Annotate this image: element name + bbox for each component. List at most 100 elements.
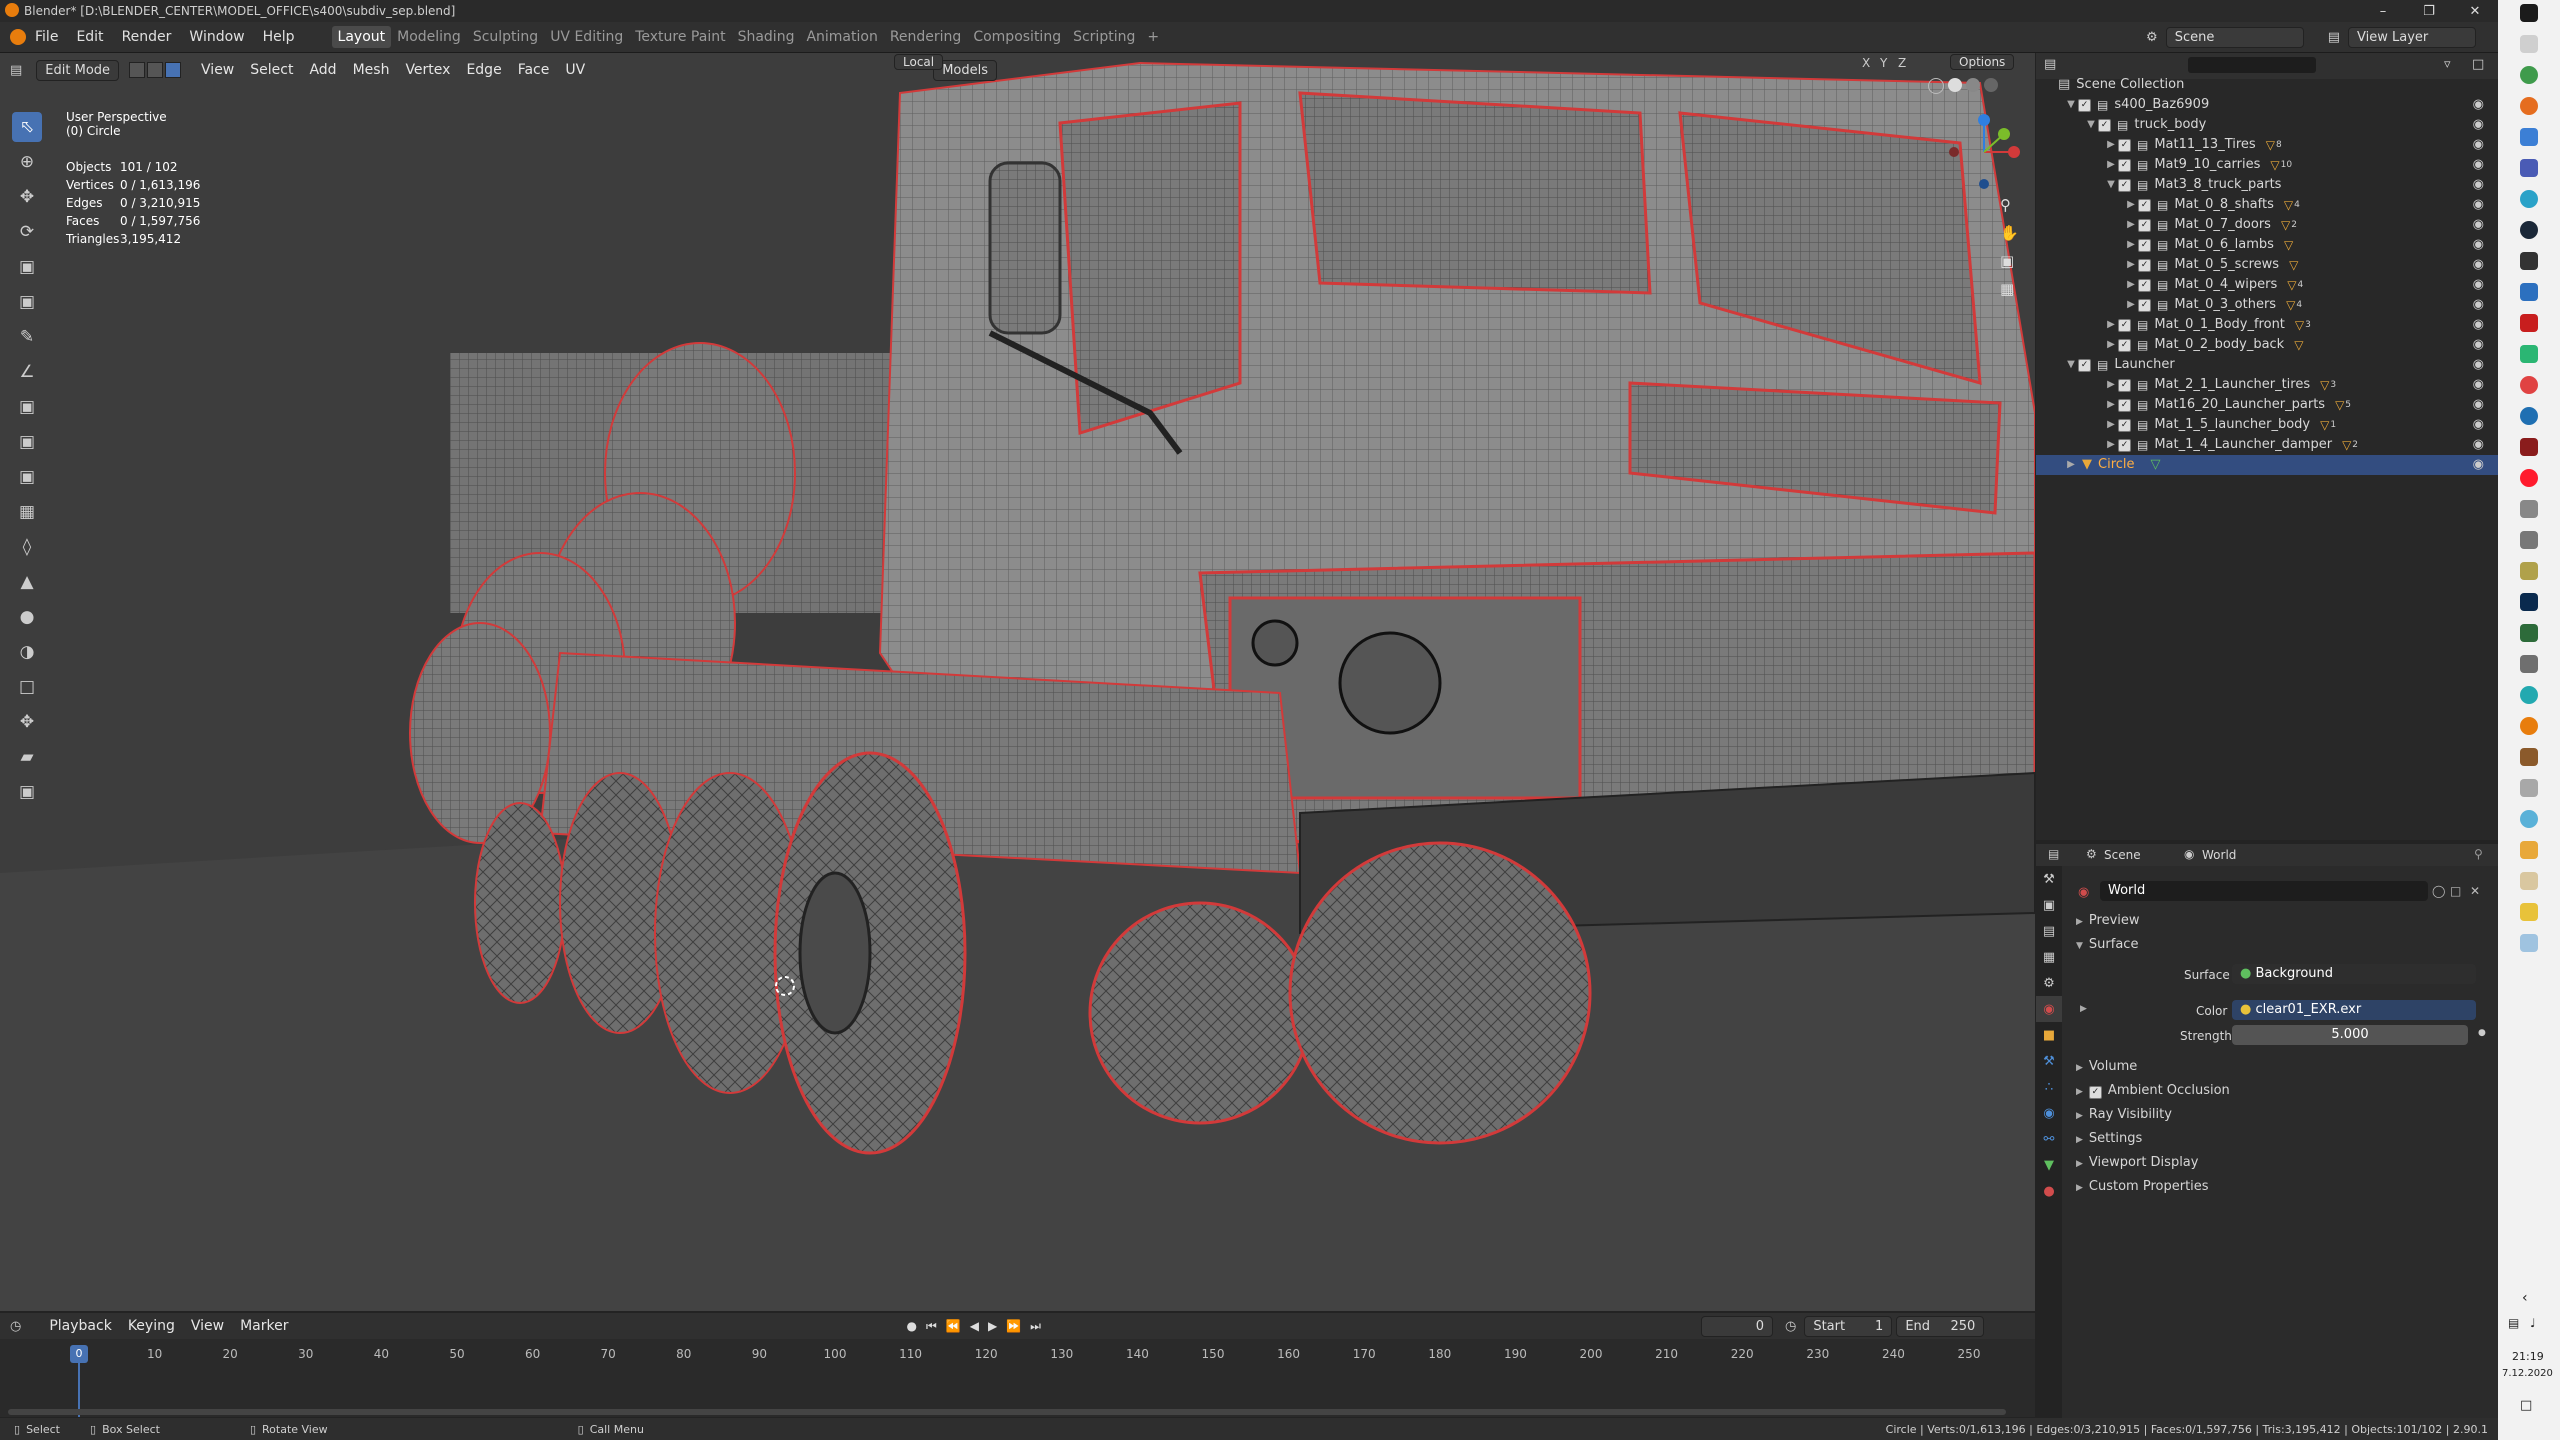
panel-preview[interactable]: ▶ Preview (2076, 913, 2140, 928)
visibility-eye-icon[interactable]: ◉ (2473, 155, 2484, 175)
collapse-arrow-icon[interactable]: ▶ (2104, 415, 2118, 435)
exclude-checkbox[interactable]: ✓ (2118, 418, 2131, 432)
select-mode-edge-icon[interactable] (147, 62, 164, 78)
edge-slide-tool-icon[interactable]: □ (12, 672, 42, 702)
grid-icon[interactable]: ▦ (2000, 280, 2019, 298)
outliner-row[interactable]: ▶ ✓ ▤ Mat_0_4_wipers ▽ 4 ◉ (2036, 275, 2498, 295)
opera-icon[interactable] (2520, 469, 2538, 487)
collapse-arrow-icon[interactable]: ▶ (2104, 435, 2118, 455)
properties-editor-icon[interactable]: ▤ (2048, 847, 2059, 861)
app-icon[interactable] (2520, 562, 2538, 580)
panel-ray-visibility[interactable]: ▶ Ray Visibility (2076, 1107, 2172, 1122)
menu-keying[interactable]: Keying (120, 1318, 183, 1334)
menu-select[interactable]: Select (242, 62, 301, 78)
menu-vertex[interactable]: Vertex (397, 62, 458, 78)
outliner-row[interactable]: ▶ ✓ ▤ Mat_0_5_screws ▽ ◉ (2036, 255, 2498, 275)
blender-menu-icon[interactable] (10, 29, 26, 45)
world-tab-icon[interactable]: ◉ (2036, 996, 2062, 1022)
axis-z-toggle[interactable]: Z (1898, 56, 1906, 70)
filter-icon[interactable]: ▿ (2444, 57, 2451, 72)
chrome-icon[interactable] (2520, 66, 2538, 84)
strength-slider[interactable]: 5.000 (2232, 1025, 2468, 1045)
panel-custom-properties[interactable]: ▶ Custom Properties (2076, 1179, 2209, 1194)
duplicate-icon[interactable]: □ (2450, 884, 2461, 898)
breadcrumb-scene[interactable]: Scene (2104, 848, 2141, 862)
expand-color-icon[interactable]: ▶ (2080, 1004, 2087, 1014)
visibility-eye-icon[interactable]: ◉ (2473, 115, 2484, 135)
menu-face[interactable]: Face (510, 62, 558, 78)
poly-build-tool-icon[interactable]: ▲ (12, 567, 42, 597)
visibility-eye-icon[interactable]: ◉ (2473, 435, 2484, 455)
shear-tool-icon[interactable]: ▰ (12, 742, 42, 772)
wireframe-shading-icon[interactable] (1928, 78, 1944, 94)
frame-ruler[interactable]: 0 10 20 30 40 50 60 70 80 90 100 110 120 130 140 150 160… (0, 1345, 2035, 1365)
menu-help[interactable]: Help (254, 29, 304, 45)
camera-icon[interactable]: ▣ (2000, 252, 2019, 270)
annotate-tool-icon[interactable]: ✎ (12, 322, 42, 352)
menu-render[interactable]: Render (113, 29, 181, 45)
shrink-fatten-tool-icon[interactable]: ✥ (12, 707, 42, 737)
prev-keyframe-icon[interactable]: ⏪ (946, 1319, 961, 1334)
outliner-search-field[interactable] (2188, 57, 2316, 73)
bevel-tool-icon[interactable]: ▣ (12, 462, 42, 492)
exclude-checkbox[interactable]: ✓ (2118, 398, 2131, 412)
app-icon[interactable] (2520, 810, 2538, 828)
tray-chevron-icon[interactable]: ‹ (2522, 1290, 2528, 1306)
outliner-row[interactable]: ▶ ✓ ▤ Mat_0_3_others ▽ 4 ◉ (2036, 295, 2498, 315)
expand-arrow-icon[interactable]: ▼ (2064, 95, 2078, 115)
play-reverse-icon[interactable]: ◀ (970, 1319, 979, 1334)
jump-end-icon[interactable]: ⏭ (1030, 1319, 1041, 1334)
outliner-row[interactable]: ▶ ✓ ▤ Mat_0_2_body_back ▽ ◉ (2036, 335, 2498, 355)
panel-ambient-occlusion[interactable]: ▶ ✓ Ambient Occlusion (2076, 1083, 2230, 1099)
modifier-tab-icon[interactable]: ⚒ (2036, 1048, 2062, 1074)
collapse-arrow-icon[interactable]: ▶ (2064, 455, 2078, 475)
exclude-checkbox[interactable]: ✓ (2118, 318, 2131, 332)
exclude-checkbox[interactable]: ✓ (2078, 358, 2091, 372)
collapse-arrow-icon[interactable]: ▶ (2124, 195, 2138, 215)
panel-surface[interactable]: ▼ Surface (2076, 937, 2138, 952)
collapse-arrow-icon[interactable]: ▶ (2104, 335, 2118, 355)
app-icon[interactable] (2520, 283, 2538, 301)
solid-shading-icon[interactable] (1948, 78, 1962, 92)
playhead[interactable]: 0 (70, 1345, 88, 1363)
menu-file[interactable]: File (26, 29, 67, 45)
expand-arrow-icon[interactable]: ▼ (2104, 175, 2118, 195)
extrude-tool-icon[interactable]: ▣ (12, 392, 42, 422)
outliner-row[interactable]: ▼ ✓ ▤ Mat3_8_truck_parts ◉ (2036, 175, 2498, 195)
collapse-arrow-icon[interactable]: ▶ (2104, 315, 2118, 335)
visibility-eye-icon[interactable]: ◉ (2473, 335, 2484, 355)
outliner-row[interactable]: ▼ ✓ ▤ s400_Baz6909 ◉ (2036, 95, 2498, 115)
app-icon[interactable] (2520, 314, 2538, 332)
app-icon[interactable] (2520, 748, 2538, 766)
3d-viewport[interactable] (0, 53, 2035, 1311)
timeline-editor-icon[interactable]: ◷ (10, 1319, 21, 1334)
axis-y-toggle[interactable]: Y (1880, 56, 1887, 70)
current-frame-field[interactable]: 0 (1700, 1315, 1773, 1337)
menu-add[interactable]: Add (301, 62, 344, 78)
end-frame-field[interactable]: End 250 (1896, 1315, 1985, 1337)
app-icon[interactable] (2520, 872, 2538, 890)
visibility-eye-icon[interactable]: ◉ (2473, 355, 2484, 375)
outliner-row[interactable]: ▶ ✓ ▤ Mat_1_5_launcher_body ▽ 1 ◉ (2036, 415, 2498, 435)
outliner-row[interactable]: ▶ ✓ ▤ Mat_0_8_shafts ▽ 4 ◉ (2036, 195, 2498, 215)
scale-tool-icon[interactable]: ▣ (12, 252, 42, 282)
collapse-arrow-icon[interactable]: ▶ (2124, 235, 2138, 255)
timeline-scrollbar[interactable] (8, 1409, 2006, 1415)
tab-uv-editing[interactable]: UV Editing (544, 26, 629, 48)
ambient-occlusion-checkbox[interactable]: ✓ (2088, 1086, 2102, 1099)
tab-compositing[interactable]: Compositing (967, 26, 1067, 48)
exclude-checkbox[interactable]: ✓ (2118, 158, 2131, 172)
visibility-eye-icon[interactable]: ◉ (2473, 395, 2484, 415)
tab-scripting[interactable]: Scripting (1067, 26, 1141, 48)
play-icon[interactable]: ▶ (988, 1319, 997, 1334)
app-icon[interactable] (2520, 500, 2538, 518)
add-workspace-button[interactable]: + (1141, 26, 1165, 48)
app-icon[interactable] (2520, 407, 2538, 425)
outliner-row[interactable]: ▶ ✓ ▤ Mat_2_1_Launcher_tires ▽ 3 ◉ (2036, 375, 2498, 395)
app-icon[interactable] (2520, 531, 2538, 549)
exclude-checkbox[interactable]: ✓ (2138, 238, 2151, 252)
outliner-row[interactable]: ▶ ✓ ▤ Mat_0_6_lambs ▽ ◉ (2036, 235, 2498, 255)
pan-hand-icon[interactable]: ✋ (2000, 224, 2019, 242)
spin-tool-icon[interactable]: ● (12, 602, 42, 632)
visibility-eye-icon[interactable]: ◉ (2473, 455, 2484, 475)
